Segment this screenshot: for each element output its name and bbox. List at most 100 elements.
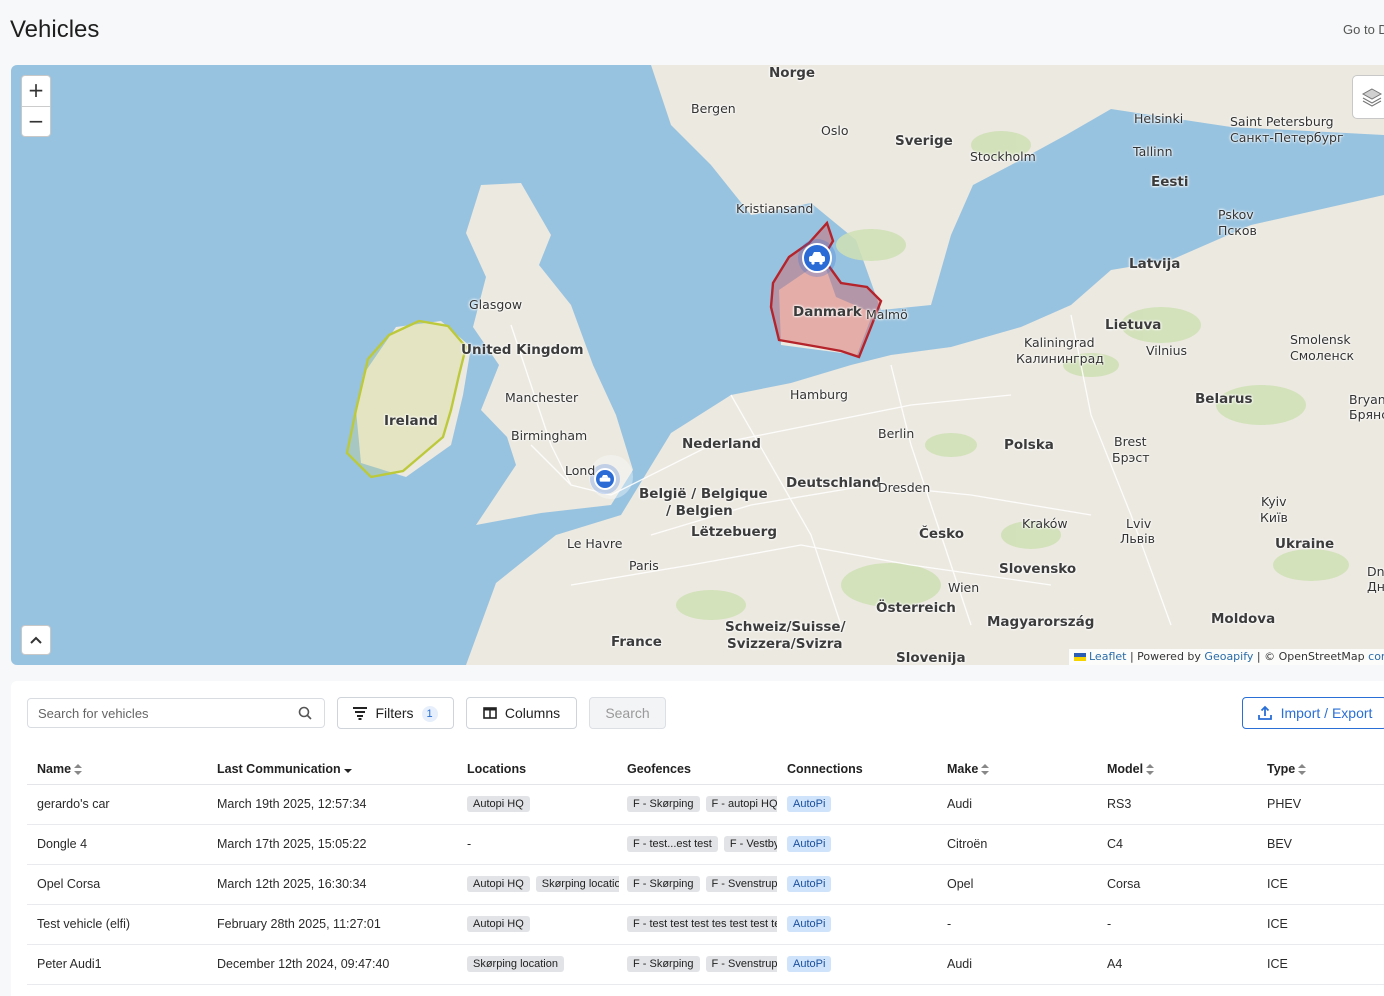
column-header-model[interactable]: Model	[1107, 762, 1155, 776]
table-row[interactable]: Peter Audi1 December 12th 2024, 09:47:40…	[27, 945, 1384, 985]
map-label: Helsinki	[1134, 111, 1184, 126]
cell-make: Opel	[947, 877, 974, 891]
columns-button[interactable]: Columns	[466, 697, 577, 729]
location-chip: Autopi HQ	[467, 916, 530, 932]
table-row[interactable]: gerardo's car March 19th 2025, 12:57:34 …	[27, 785, 1384, 825]
cell-geofences: F - test test test tes test test test	[627, 916, 777, 932]
cell-locations: -	[467, 837, 472, 851]
sort-icon	[1146, 763, 1155, 775]
map-label: Kaliningrad	[1024, 335, 1095, 350]
map-label: Kyiv	[1261, 494, 1287, 509]
map-label: Berlin	[878, 426, 915, 441]
goto-link[interactable]: Go to D	[1343, 22, 1384, 37]
attribution-text: | Powered by	[1129, 650, 1201, 663]
collapse-map-button[interactable]	[21, 625, 51, 655]
map-label: Česko	[919, 526, 964, 542]
column-label: Make	[947, 762, 979, 776]
leaflet-link[interactable]: Leaflet	[1089, 650, 1126, 663]
map-label: Ireland	[384, 413, 438, 429]
filters-button[interactable]: Filters 1	[337, 697, 454, 729]
column-header-last-communication[interactable]: Last Communication	[217, 762, 352, 776]
geofence-chip: F - Vestbyen	[723, 836, 777, 852]
column-label: Last Communication	[217, 762, 341, 776]
table-row[interactable]: Opel Corsa March 12th 2025, 16:30:34 Aut…	[27, 865, 1384, 905]
import-export-label: Import / Export	[1280, 705, 1373, 721]
vehicle-marker[interactable]	[594, 468, 616, 490]
connection-chip: AutoPi	[787, 796, 832, 812]
cell-name: Dongle 4	[37, 837, 88, 851]
search-icon[interactable]	[298, 706, 312, 720]
geofence-chip: F - Skørping	[627, 876, 700, 892]
geofence-chip: F - test...est test	[627, 836, 718, 852]
column-header-name[interactable]: Name	[37, 762, 83, 776]
map-label: Brest	[1114, 434, 1147, 449]
cell-connections: AutoPi	[787, 836, 937, 852]
zoom-out-button[interactable]: −	[22, 106, 50, 136]
map-label: Norge	[769, 65, 816, 81]
geoapify-link[interactable]: Geoapify	[1204, 650, 1253, 663]
column-header-geofences: Geofences	[627, 762, 691, 776]
cell-make: Citroën	[947, 837, 988, 851]
map-label: France	[611, 634, 662, 650]
cell-name: Test vehicle (elfi)	[37, 917, 131, 931]
connection-chip: AutoPi	[787, 916, 832, 932]
sort-icon	[981, 763, 990, 775]
vehicles-table: Name Last Communication Locations Geofen…	[27, 755, 1384, 985]
cell-name: gerardo's car	[37, 797, 110, 811]
map-label: United Kingdom	[461, 342, 584, 358]
import-export-button[interactable]: Import / Export	[1242, 697, 1384, 729]
map-label: Magyarország	[987, 614, 1095, 630]
location-chip: Skørping location	[467, 956, 564, 972]
table-row[interactable]: Dongle 4 March 17th 2025, 15:05:22 - F -…	[27, 825, 1384, 865]
vehicle-cluster-marker[interactable]	[802, 243, 832, 273]
map-label: Moldova	[1211, 611, 1276, 627]
geofence-chip: F - Skørping	[627, 796, 700, 812]
cell-connections: AutoPi	[787, 916, 937, 932]
sort-icon	[1298, 763, 1307, 775]
map-label: Kraków	[1022, 516, 1068, 531]
column-header-make[interactable]: Make	[947, 762, 990, 776]
zoom-in-button[interactable]: +	[22, 76, 50, 106]
cell-model: C4	[1107, 837, 1123, 851]
map-tiles	[345, 65, 1384, 665]
cell-locations: Autopi HQ	[467, 916, 617, 932]
map-label: Lviv	[1126, 516, 1152, 531]
column-header-type[interactable]: Type	[1267, 762, 1307, 776]
map-label: Belarus	[1195, 391, 1253, 407]
cell-make: Audi	[947, 797, 973, 811]
vehicle-map[interactable]: + − Norge Bergen Oslo Sverige Stockholm …	[11, 65, 1384, 665]
layers-button[interactable]	[1352, 75, 1384, 119]
connection-chip: AutoPi	[787, 836, 832, 852]
map-label: Eesti	[1151, 174, 1189, 190]
map-attribution: Leaflet | Powered by Geoapify | © OpenSt…	[1069, 649, 1384, 665]
geofence-chip: F - autopi HQ	[705, 796, 777, 812]
map-label: Saint Petersburg	[1230, 114, 1334, 129]
map-label: Dn	[1367, 564, 1384, 579]
page-title: Vehicles	[10, 16, 100, 43]
map-label: Nederland	[682, 436, 761, 452]
columns-icon	[483, 707, 497, 719]
column-label: Name	[37, 762, 72, 776]
cell-geofences: F - test...est test F - Vestbyen	[627, 836, 777, 852]
map-label: Wien	[948, 580, 980, 595]
map-label: Smolensk	[1290, 332, 1351, 347]
map-label: Dresden	[878, 480, 931, 495]
osm-contributors-link[interactable]: contribut	[1368, 650, 1384, 663]
geofence-chip: F - test test test tes test test test	[627, 916, 777, 932]
map-label: Lëtzebuerg	[691, 524, 777, 540]
sort-desc-icon	[343, 768, 352, 773]
search-input[interactable]	[28, 699, 278, 727]
zoom-control: + −	[21, 75, 51, 137]
map-label: Київ	[1260, 510, 1288, 525]
cell-type: ICE	[1267, 957, 1288, 971]
ukraine-flag-icon	[1074, 653, 1086, 661]
geofence-chip: F - Skørping	[627, 956, 700, 972]
table-row[interactable]: Test vehicle (elfi) February 28th 2025, …	[27, 905, 1384, 945]
map-label: Danmark	[793, 304, 862, 320]
cell-last-communication: March 12th 2025, 16:30:34	[217, 877, 367, 891]
map-label: Львів	[1120, 531, 1155, 546]
location-chip: Autopi HQ	[467, 796, 530, 812]
geofence-ireland	[345, 319, 468, 479]
search-button[interactable]: Search	[589, 697, 666, 729]
map-label: / Belgien	[666, 503, 733, 519]
